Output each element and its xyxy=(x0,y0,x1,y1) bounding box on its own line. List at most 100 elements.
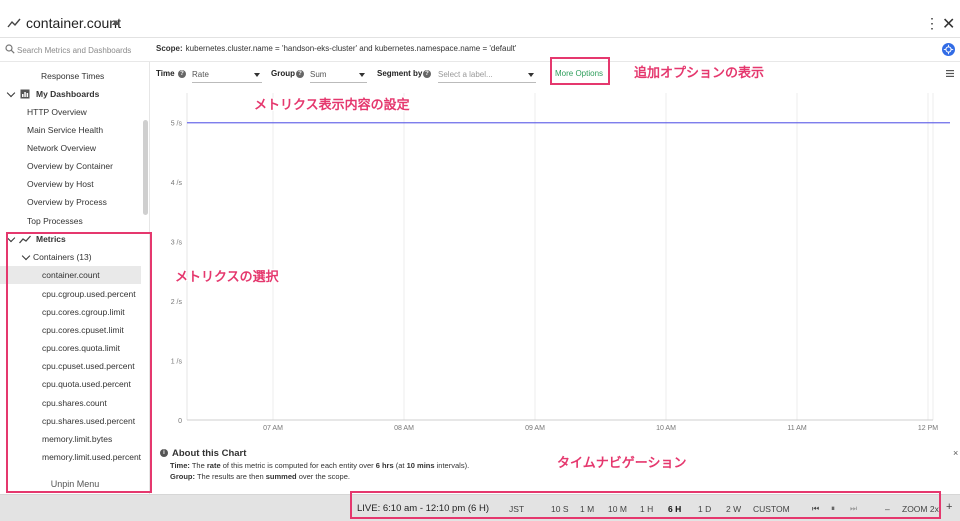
sidebar-item-containers[interactable]: Containers (13) xyxy=(0,248,141,266)
annotation-more-options: 追加オプションの表示 xyxy=(634,65,765,80)
skip-back-icon[interactable]: ⏮ xyxy=(812,504,819,514)
annotation-settings: メトリクス表示内容の設定 xyxy=(254,97,410,112)
collapse-caret-icon[interactable] xyxy=(112,20,120,25)
sidebar-item-overview-by-process[interactable]: Overview by Process xyxy=(0,193,141,211)
range-2w[interactable]: 2 W xyxy=(726,504,741,514)
group-select-value: Sum xyxy=(310,70,327,79)
info-icon: i xyxy=(160,449,168,457)
more-options-link[interactable]: More Options xyxy=(555,69,603,78)
zoom-in-button[interactable]: + xyxy=(946,501,952,513)
search-icon xyxy=(5,44,15,54)
x-tick-label: 10 AM xyxy=(656,425,676,432)
annotation-metrics: メトリクスの選択 xyxy=(175,269,279,284)
app: { "header": { "title": "container.count"… xyxy=(0,0,960,521)
dropdown-caret-icon xyxy=(359,73,365,77)
sidebar-item-container-count[interactable]: container.count xyxy=(0,266,141,284)
range-1d[interactable]: 1 D xyxy=(698,504,711,514)
chevron-down-icon[interactable] xyxy=(6,88,16,98)
chevron-down-icon[interactable] xyxy=(6,233,16,243)
x-tick-label: 11 AM xyxy=(787,425,806,432)
segment-by-select[interactable]: Select a label... xyxy=(438,66,536,83)
sidebar-item-cpu-cores-cpuset-limit[interactable]: cpu.cores.cpuset.limit xyxy=(0,321,141,339)
sidebar-item-cpu-quota-used-percent[interactable]: cpu.quota.used.percent xyxy=(0,375,141,393)
sidebar-item-cpu-cores-quota-limit[interactable]: cpu.cores.quota.limit xyxy=(0,339,141,357)
time-select[interactable]: Rate xyxy=(192,66,262,83)
range-10s[interactable]: 10 S xyxy=(551,504,569,514)
sidebar-item-http-overview[interactable]: HTTP Overview xyxy=(0,103,141,121)
sidebar: Response Times My Dashboards HTTP Overvi… xyxy=(0,62,150,494)
annotation-time-navigation: タイムナビゲーション xyxy=(557,455,687,470)
sidebar-item-top-processes[interactable]: Top Processes xyxy=(0,212,141,230)
time-label: Time xyxy=(156,69,175,78)
timezone[interactable]: JST xyxy=(509,504,524,514)
live-range[interactable]: LIVE: 6:10 am - 12:10 pm (6 H) xyxy=(357,503,489,514)
dropdown-caret-icon xyxy=(528,73,534,77)
scope-bar: Scope:kubernetes.cluster.name = 'handson… xyxy=(0,38,960,62)
skip-forward-icon[interactable]: ⏭ xyxy=(850,504,857,514)
zoom-level: ZOOM 2x xyxy=(902,504,939,514)
y-tick-label: 2 /s xyxy=(171,299,183,306)
sidebar-item-memory-limit-bytes[interactable]: memory.limit.bytes xyxy=(0,430,141,448)
dashboard-icon xyxy=(20,89,30,99)
about-time-line: Time: The rate of this metric is compute… xyxy=(170,461,470,470)
about-group-line: Group: The results are then summed over … xyxy=(170,472,350,481)
range-custom[interactable]: CUSTOM xyxy=(753,504,790,514)
about-close-icon[interactable]: × xyxy=(953,448,958,458)
time-navigation: LIVE: 6:10 am - 12:10 pm (6 H) JST 10 S … xyxy=(0,494,960,521)
segment-by-placeholder: Select a label... xyxy=(438,70,493,79)
group-select[interactable]: Sum xyxy=(310,66,367,83)
line-chart-icon xyxy=(19,235,31,244)
sidebar-item-cpu-cores-cgroup-limit[interactable]: cpu.cores.cgroup.limit xyxy=(0,303,141,321)
range-6h[interactable]: 6 H xyxy=(668,504,681,514)
x-tick-label: 09 AM xyxy=(525,425,545,432)
pause-icon[interactable]: ⏸ xyxy=(831,504,835,514)
scope-text[interactable]: Scope: kubernetes.cluster.name = 'handson… xyxy=(156,44,516,53)
search-input[interactable] xyxy=(17,42,145,58)
sidebar-item-my-dashboards[interactable]: My Dashboards xyxy=(0,85,141,103)
y-tick-label: 0 xyxy=(178,418,182,425)
unpin-menu-button[interactable]: Unpin Menu xyxy=(0,474,149,494)
range-10m[interactable]: 10 M xyxy=(608,504,627,514)
y-tick-label: 5 /s xyxy=(171,121,183,128)
kubernetes-icon xyxy=(942,43,955,56)
help-icon[interactable]: ? xyxy=(423,70,431,78)
close-icon[interactable]: ✕ xyxy=(942,14,955,34)
sidebar-item-cpu-shares-used-percent[interactable]: cpu.shares.used.percent xyxy=(0,412,141,430)
x-tick-label: 07 AM xyxy=(263,425,283,432)
group-label: Group xyxy=(271,69,295,78)
scope-label: Scope: xyxy=(156,44,183,53)
y-tick-label: 3 /s xyxy=(171,240,183,247)
sidebar-item-network-overview[interactable]: Network Overview xyxy=(0,139,141,157)
sidebar-item-metrics[interactable]: Metrics xyxy=(0,230,141,248)
x-tick-label: 12 PM xyxy=(918,425,938,432)
list-icon[interactable] xyxy=(946,70,954,77)
range-1m[interactable]: 1 M xyxy=(580,504,594,514)
kebab-icon[interactable]: ⋮ xyxy=(925,15,939,31)
metric-controls: Time ? Rate Group ? Sum Segment by ? Sel… xyxy=(150,62,960,86)
sidebar-item-response-times[interactable]: Response Times xyxy=(0,67,141,85)
help-icon[interactable]: ? xyxy=(178,70,186,78)
about-heading: About this Chart xyxy=(172,448,247,459)
time-select-value: Rate xyxy=(192,70,209,79)
sidebar-scrollbar[interactable] xyxy=(143,120,148,215)
segment-by-label: Segment by xyxy=(377,69,423,78)
sidebar-item-cpu-cpuset-used-percent[interactable]: cpu.cpuset.used.percent xyxy=(0,357,141,375)
window-header: container.count ⋮ ✕ xyxy=(0,9,960,38)
y-tick-label: 1 /s xyxy=(171,359,183,366)
sidebar-item-cpu-cgroup-used-percent[interactable]: cpu.cgroup.used.percent xyxy=(0,285,141,303)
scope-value: kubernetes.cluster.name = 'handson-eks-c… xyxy=(185,44,517,53)
y-tick-label: 4 /s xyxy=(171,180,183,187)
sidebar-item-main-service-health[interactable]: Main Service Health xyxy=(0,121,141,139)
page-title: container.count xyxy=(26,15,121,31)
line-chart-icon xyxy=(7,18,21,28)
range-1h[interactable]: 1 H xyxy=(640,504,653,514)
sidebar-item-overview-by-container[interactable]: Overview by Container xyxy=(0,157,141,175)
x-tick-label: 08 AM xyxy=(394,425,414,432)
dropdown-caret-icon xyxy=(254,73,260,77)
sidebar-item-cpu-shares-count[interactable]: cpu.shares.count xyxy=(0,394,141,412)
help-icon[interactable]: ? xyxy=(296,70,304,78)
chevron-down-icon[interactable] xyxy=(21,251,31,261)
sidebar-item-memory-limit-used-percent[interactable]: memory.limit.used.percent xyxy=(0,448,141,466)
zoom-out-button[interactable]: – xyxy=(885,504,890,514)
sidebar-item-overview-by-host[interactable]: Overview by Host xyxy=(0,175,141,193)
